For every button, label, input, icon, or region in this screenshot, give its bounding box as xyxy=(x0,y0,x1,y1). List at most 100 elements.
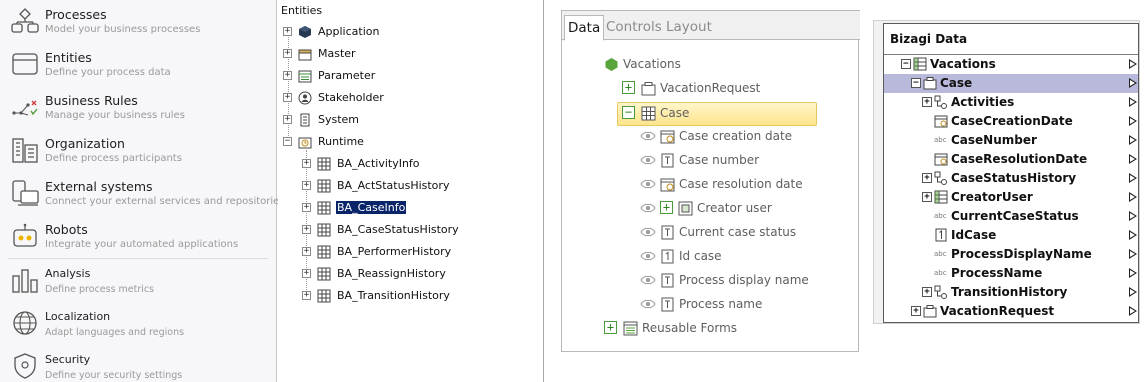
nav-item-analysis[interactable]: Analysis Define process metrics xyxy=(0,259,277,302)
expand-toggle[interactable]: + xyxy=(283,27,292,36)
bizagi-row-processname[interactable]: abc ProcessName xyxy=(884,264,1138,283)
nav-item-business-rules[interactable]: Business Rules Manage your business rule… xyxy=(0,86,277,129)
expand-arrow-icon[interactable] xyxy=(1129,230,1137,240)
expand-arrow-icon[interactable] xyxy=(1129,211,1137,221)
eye-icon[interactable] xyxy=(640,250,656,262)
expand-toggle[interactable]: + xyxy=(622,81,635,94)
date-field-icon xyxy=(660,177,675,192)
eye-icon[interactable] xyxy=(640,202,656,214)
expand-toggle[interactable]: + xyxy=(302,203,311,212)
expand-arrow-icon[interactable] xyxy=(1129,287,1137,297)
bizagi-data-panel: Bizagi Data − Vacations − Case + Activit… xyxy=(873,20,1140,324)
nav-title: Robots xyxy=(45,222,88,237)
bizagi-row-label: Activities xyxy=(951,95,1015,109)
data-field-label: Process name xyxy=(679,297,763,311)
eye-icon[interactable] xyxy=(640,178,656,190)
nav-item-robots[interactable]: Robots Integrate your automated applicat… xyxy=(0,215,277,258)
nav-item-external-systems[interactable]: External systems Connect your external s… xyxy=(0,172,285,215)
eye-icon[interactable] xyxy=(640,274,656,286)
expand-arrow-icon[interactable] xyxy=(1129,78,1137,88)
expand-toggle[interactable]: + xyxy=(302,269,311,278)
eye-icon[interactable] xyxy=(640,298,656,310)
nav-desc: Define process participants xyxy=(45,153,182,164)
expand-toggle[interactable]: + xyxy=(302,247,311,256)
eye-icon[interactable] xyxy=(640,154,656,166)
expand-arrow-icon[interactable] xyxy=(1129,306,1137,316)
nav-item-entities[interactable]: Entities Define your process data xyxy=(0,43,277,86)
expand-toggle[interactable]: + xyxy=(922,97,932,107)
tab-bar: Data Controls Layout xyxy=(562,10,860,41)
nav-desc: Adapt languages and regions xyxy=(45,327,185,338)
expand-arrow-icon[interactable] xyxy=(1129,154,1137,164)
data-field-label: Current case status xyxy=(679,225,797,239)
expand-arrow-icon[interactable] xyxy=(1129,268,1137,278)
nav-item-localization[interactable]: Localization Adapt languages and regions xyxy=(0,302,277,345)
nav-desc: Define your security settings xyxy=(45,370,183,381)
collapse-toggle[interactable]: − xyxy=(901,59,911,69)
expand-arrow-icon[interactable] xyxy=(1129,97,1137,107)
nav-item-security[interactable]: Security Define your security settings xyxy=(0,345,277,382)
collection-icon xyxy=(934,285,948,299)
expand-toggle[interactable]: + xyxy=(302,225,311,234)
tree-node-label: BA_ActivityInfo xyxy=(337,157,420,170)
bizagi-row-currentcasestatus[interactable]: abc CurrentCaseStatus xyxy=(884,207,1138,226)
bizagi-row-label: CaseNumber xyxy=(951,133,1037,147)
bizagi-row-vacationrequest[interactable]: + VacationRequest xyxy=(884,302,1138,321)
collapse-toggle[interactable]: − xyxy=(283,137,292,146)
parameter-entity-icon xyxy=(298,69,312,83)
expand-toggle[interactable]: + xyxy=(283,115,292,124)
expand-toggle[interactable]: + xyxy=(660,201,673,214)
abc-icon: abc xyxy=(934,136,947,144)
bizagi-row-processdisplayname[interactable]: abc ProcessDisplayName xyxy=(884,245,1138,264)
bizagi-row-casestatushistory[interactable]: + CaseStatusHistory xyxy=(884,169,1138,188)
tab-data[interactable]: Data xyxy=(564,15,605,41)
expand-toggle[interactable]: + xyxy=(922,173,932,183)
organization-icon xyxy=(10,136,40,164)
expand-toggle[interactable]: + xyxy=(922,192,932,202)
expand-toggle[interactable]: + xyxy=(302,291,311,300)
bizagi-row-transitionhistory[interactable]: + TransitionHistory xyxy=(884,283,1138,302)
abc-icon: abc xyxy=(934,212,947,220)
expand-toggle[interactable]: + xyxy=(283,71,292,80)
table-entity-icon xyxy=(317,179,331,193)
eye-icon[interactable] xyxy=(640,226,656,238)
nav-desc: Manage your business rules xyxy=(45,110,185,121)
process-hexagon-icon xyxy=(604,57,619,72)
bizagi-row-creatoruser[interactable]: + CreatorUser xyxy=(884,188,1138,207)
collapse-toggle[interactable]: − xyxy=(622,106,635,119)
expand-toggle[interactable]: + xyxy=(911,306,921,316)
collapse-toggle[interactable]: − xyxy=(911,78,921,88)
expand-arrow-icon[interactable] xyxy=(1129,135,1137,145)
table-entity-icon xyxy=(317,245,331,259)
expand-toggle[interactable]: + xyxy=(283,49,292,58)
expand-arrow-icon[interactable] xyxy=(1129,192,1137,202)
bizagi-row-idcase[interactable]: IdCase xyxy=(884,226,1138,245)
expand-toggle[interactable]: + xyxy=(922,287,932,297)
expand-toggle[interactable]: + xyxy=(302,159,311,168)
expand-toggle[interactable]: + xyxy=(302,181,311,190)
form-data-panel: Data Controls Layout Vacations + Vacatio… xyxy=(561,10,860,352)
robots-icon xyxy=(10,222,40,250)
eye-icon[interactable] xyxy=(640,130,656,142)
expand-toggle[interactable]: + xyxy=(604,321,617,334)
entity-icon xyxy=(923,76,937,90)
expand-arrow-icon[interactable] xyxy=(1129,249,1137,259)
bizagi-row-casecreationdate[interactable]: CaseCreationDate xyxy=(884,112,1138,131)
nav-item-organization[interactable]: Organization Define process participants xyxy=(0,129,277,172)
external-systems-icon xyxy=(10,179,40,207)
expand-arrow-icon[interactable] xyxy=(1129,116,1137,126)
nav-title: Business Rules xyxy=(45,93,138,108)
tab-layout[interactable]: Layout xyxy=(663,15,715,41)
tab-controls[interactable]: Controls xyxy=(603,15,665,41)
expand-arrow-icon[interactable] xyxy=(1129,59,1137,69)
bizagi-row-caseresolutiondate[interactable]: CaseResolutionDate xyxy=(884,150,1138,169)
expand-toggle[interactable]: + xyxy=(283,93,292,102)
bizagi-row-case[interactable]: − Case xyxy=(884,74,1138,93)
bizagi-row-vacations[interactable]: − Vacations xyxy=(884,55,1138,74)
expand-arrow-icon[interactable] xyxy=(1129,173,1137,183)
bizagi-row-casenumber[interactable]: abc CaseNumber xyxy=(884,131,1138,150)
bizagi-row-activities[interactable]: + Activities xyxy=(884,93,1138,112)
text-field-icon xyxy=(660,273,675,288)
nav-item-processes[interactable]: Processes Model your business processes xyxy=(0,0,277,43)
analysis-icon xyxy=(10,266,40,294)
